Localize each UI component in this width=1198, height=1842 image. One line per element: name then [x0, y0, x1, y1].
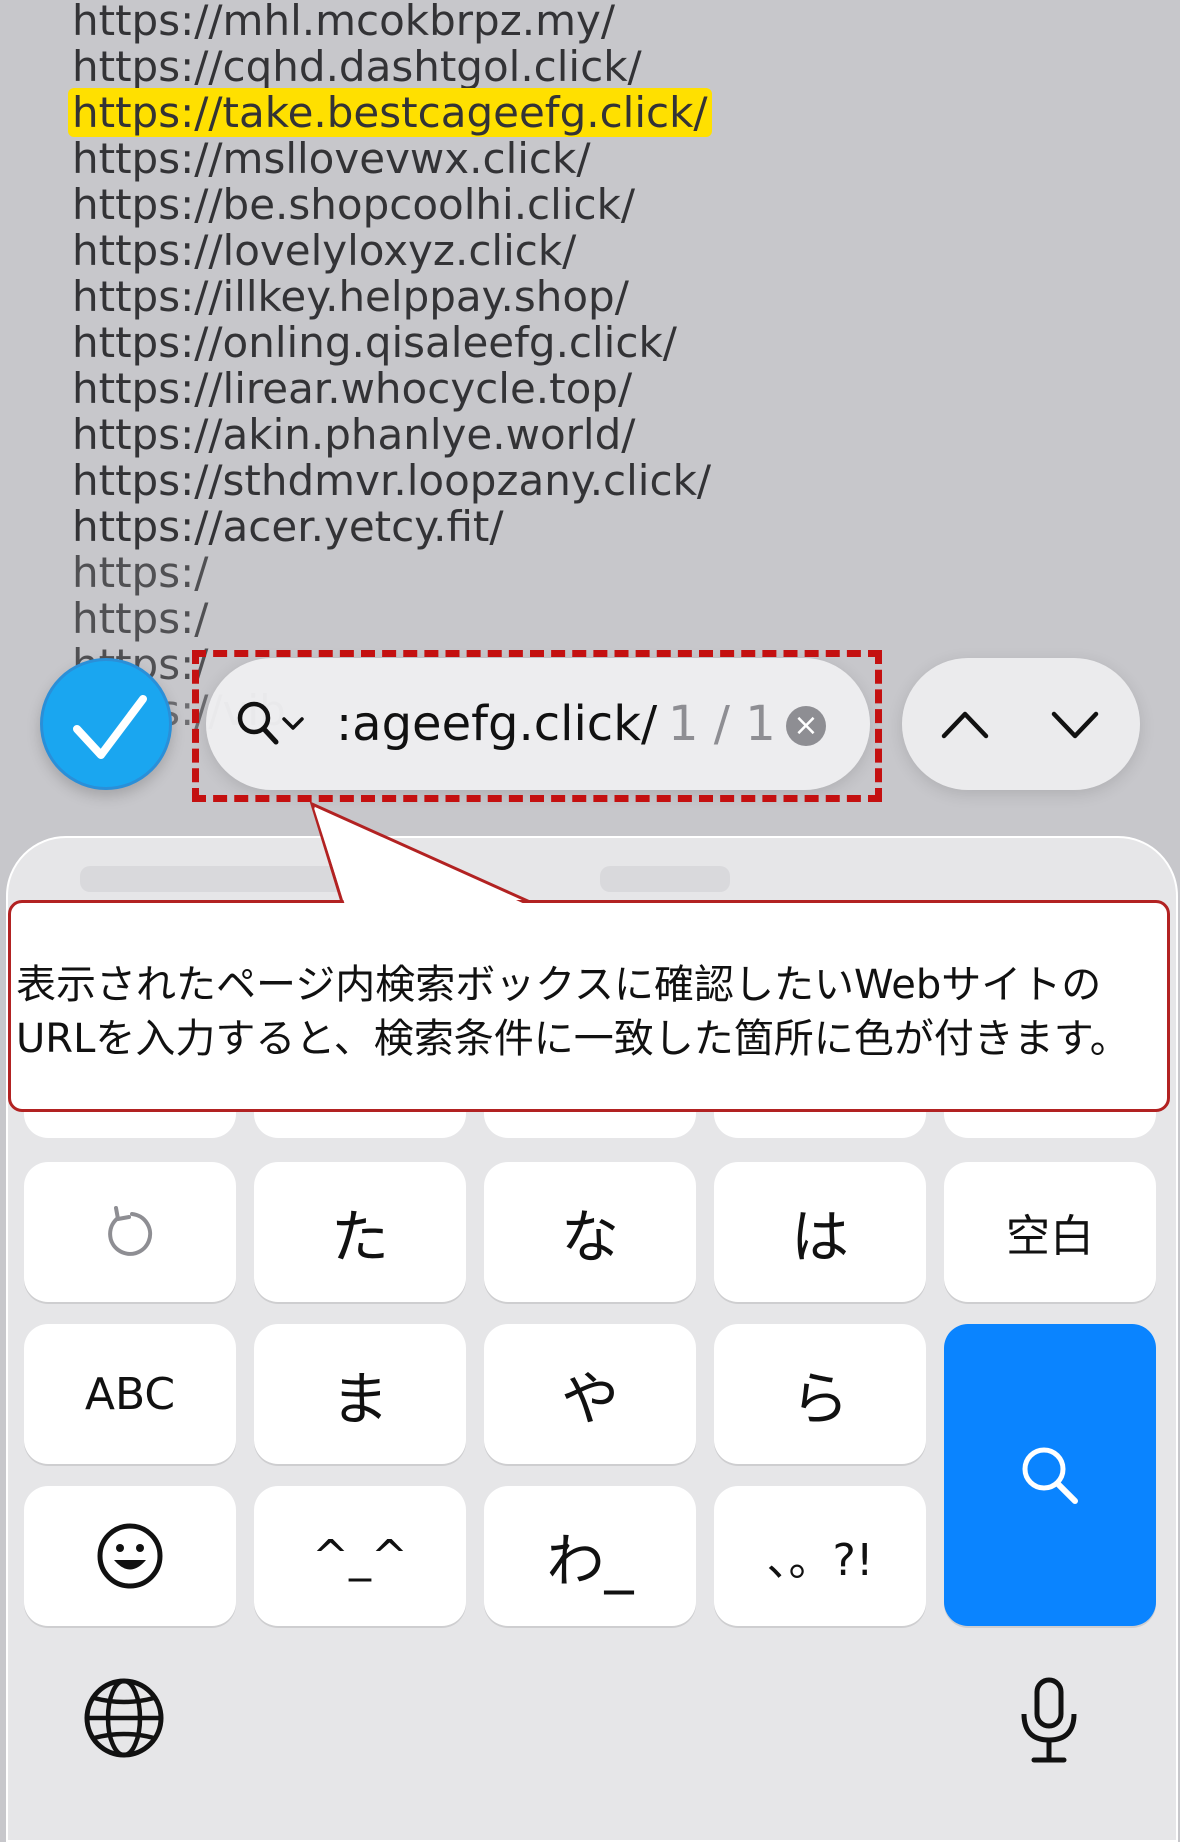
undo-icon [108, 1206, 153, 1256]
chevron-up-icon [941, 711, 989, 739]
undo-key[interactable] [24, 1162, 236, 1302]
callout-text: 表示されたページ内検索ボックスに確認したいWebサイトの URLを入力すると、検… [16, 958, 1166, 1066]
punctuation-key[interactable]: 、。?! [714, 1486, 926, 1626]
key-wa[interactable]: わ_ [484, 1486, 696, 1626]
kaomoji-key[interactable]: ^_^ [254, 1486, 466, 1626]
callout-line-2: URLを入力すると、検索条件に一致した箇所に色が付きます。 [16, 1016, 1130, 1062]
emoji-key[interactable] [24, 1486, 236, 1626]
search-match-highlight: https://take.bestcageefg.click/ [68, 88, 712, 137]
space-key[interactable]: 空白 [944, 1162, 1156, 1302]
key-ta[interactable]: た [254, 1162, 466, 1302]
globe-icon[interactable] [82, 1676, 166, 1764]
key-ya[interactable]: や [484, 1324, 696, 1464]
candidate-bar [600, 866, 730, 892]
done-button[interactable] [40, 658, 172, 790]
browser-screen: https://mhl.mcokbrpz.my/ https://cqhd.da… [0, 0, 1180, 1842]
key-na[interactable]: な [484, 1162, 696, 1302]
key-ha[interactable]: は [714, 1162, 926, 1302]
abc-key[interactable]: ABC [24, 1324, 236, 1464]
key-ra[interactable]: ら [714, 1324, 926, 1464]
annotation-highlight-box [192, 650, 882, 802]
checkmark-icon [73, 695, 147, 759]
page-margin [1180, 0, 1198, 1842]
key-ma[interactable]: ま [254, 1324, 466, 1464]
next-match-button[interactable] [1040, 696, 1110, 752]
emoji-icon [97, 1523, 163, 1589]
match-navigation [902, 658, 1140, 790]
search-icon [1022, 1447, 1078, 1504]
chevron-down-icon [1051, 711, 1099, 739]
callout-line-1: 表示されたページ内検索ボックスに確認したいWebサイトの [16, 962, 1102, 1008]
search-key[interactable] [944, 1324, 1156, 1626]
microphone-icon[interactable] [1014, 1676, 1084, 1770]
candidate-bar [80, 866, 380, 892]
previous-match-button[interactable] [930, 696, 1000, 752]
